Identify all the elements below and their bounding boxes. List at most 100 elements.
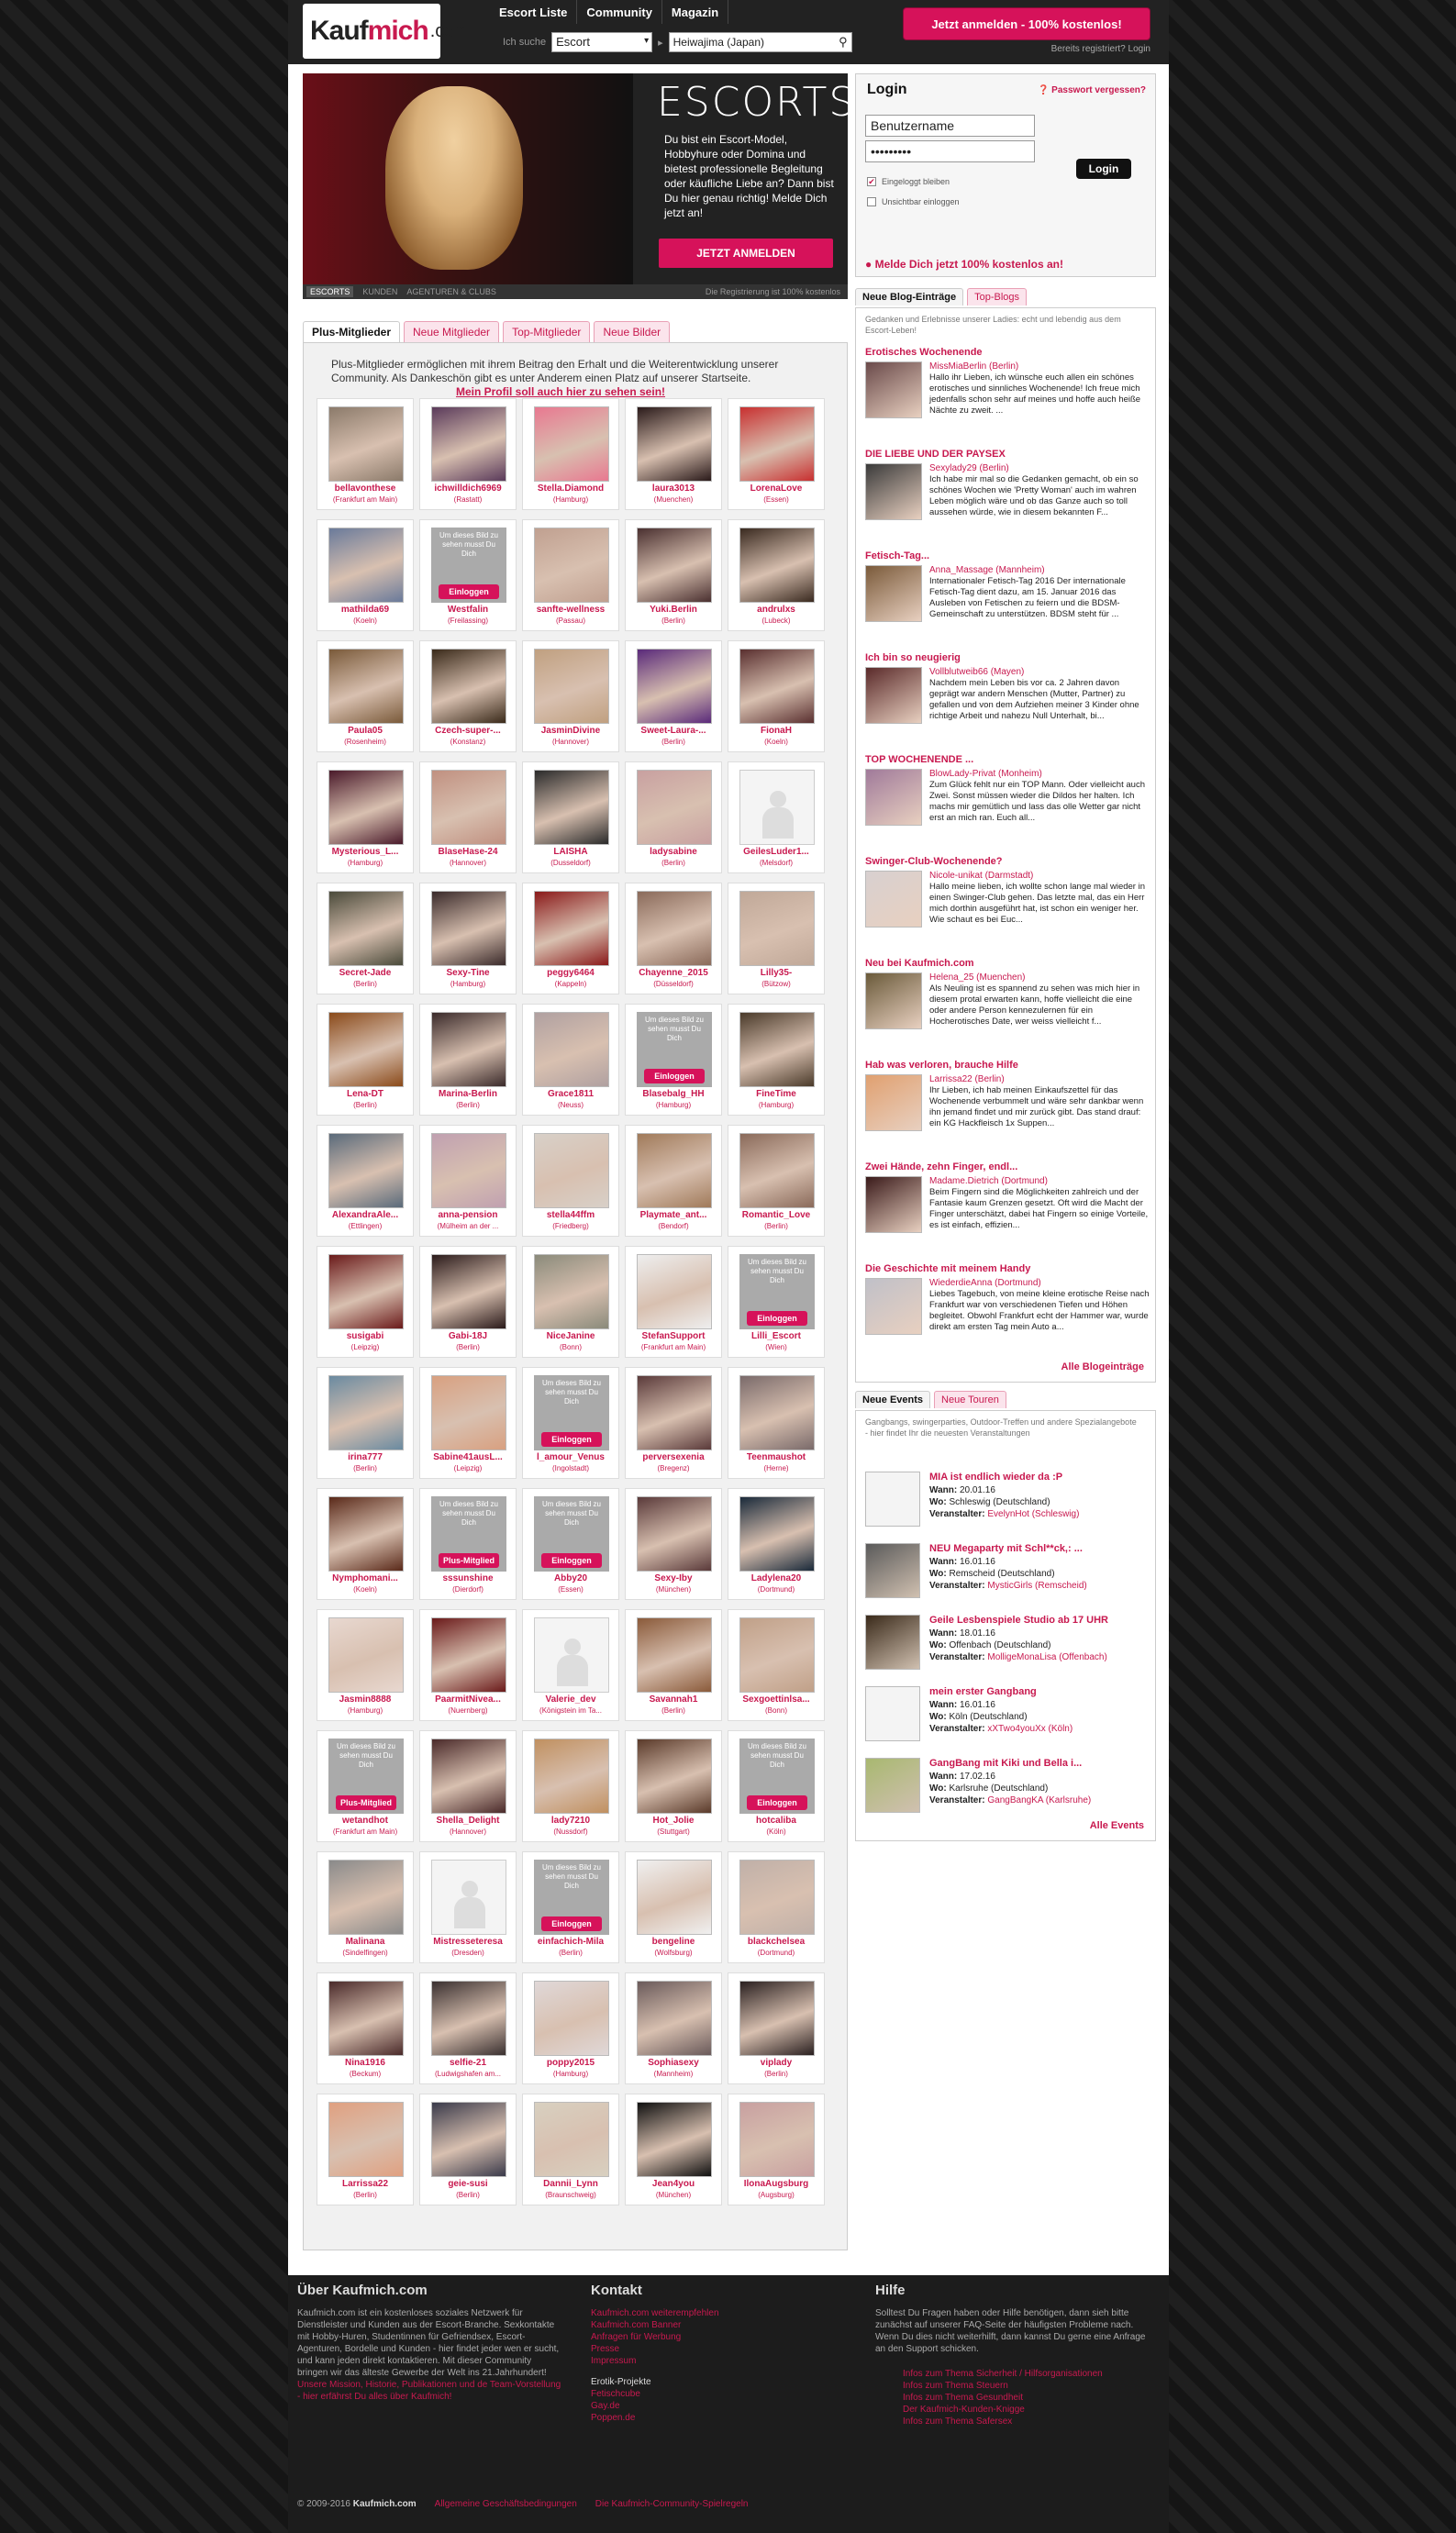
blog-post[interactable]: Die Geschichte mit meinem Handy Wiederdie… <box>865 1263 1151 1360</box>
member-card[interactable]: FionaH (Koeln) <box>728 640 825 752</box>
blog-post-title[interactable]: Neu bei Kaufmich.com <box>865 958 1151 969</box>
blog-post-author[interactable]: Sexylady29 (Berlin) <box>929 463 1009 473</box>
blog-post-author[interactable]: Anna_Massage (Mannheim) <box>929 565 1045 575</box>
member-card[interactable]: Chayenne_2015 (Düsseldorf) <box>625 883 722 994</box>
search-icon[interactable]: ⚲ <box>839 35 848 50</box>
member-name[interactable]: IlonaAugsburg <box>730 2179 822 2189</box>
member-photo[interactable] <box>431 1133 506 1208</box>
blog-post-image[interactable] <box>865 871 922 928</box>
member-card[interactable]: Um dieses Bild zu sehen musst Du Dich Ein… <box>522 1851 619 1963</box>
member-photo[interactable] <box>637 1254 712 1329</box>
member-card[interactable]: Um dieses Bild zu sehen musst Du Dich Ein… <box>728 1730 825 1842</box>
member-name[interactable]: perversexenia <box>628 1452 719 1462</box>
login-button[interactable]: Login <box>1076 159 1131 179</box>
member-photo[interactable] <box>739 1375 815 1450</box>
member-photo[interactable] <box>739 1012 815 1087</box>
member-photo[interactable] <box>534 406 609 482</box>
member-name[interactable]: BlaseHase-24 <box>422 847 514 857</box>
event-item[interactable]: mein erster Gangbang Wann: 16.01.16 Wo: … <box>865 1686 1151 1750</box>
member-photo[interactable] <box>739 1860 815 1935</box>
member-name[interactable]: laura3013 <box>628 483 719 494</box>
blog-post-author[interactable]: MissMiaBerlin (Berlin) <box>929 361 1018 372</box>
help-link[interactable]: Infos zum Thema Steuern <box>903 2380 1150 2392</box>
member-card[interactable]: Jean4you (München) <box>625 2094 722 2205</box>
member-name[interactable]: anna-pension <box>422 1210 514 1220</box>
blog-post[interactable]: Ich bin so neugierig Vollblutweib66 (Maye… <box>865 652 1151 749</box>
member-name[interactable]: ladysabine <box>628 847 719 857</box>
member-photo[interactable] <box>739 1496 815 1572</box>
member-photo[interactable] <box>637 2102 712 2177</box>
member-photo[interactable] <box>739 528 815 603</box>
member-card[interactable]: Nymphomani... (Koeln) <box>317 1488 414 1600</box>
member-card[interactable]: GeilesLuder1... (Melsdorf) <box>728 761 825 873</box>
member-name[interactable]: bellavonthese <box>319 483 411 494</box>
member-photo[interactable] <box>739 406 815 482</box>
tab-top-mitglieder[interactable]: Top-Mitglieder <box>503 321 591 342</box>
member-name[interactable]: AlexandraAle... <box>319 1210 411 1220</box>
member-card[interactable]: PaarmitNivea... (Nuernberg) <box>419 1609 517 1721</box>
erotik-link[interactable]: Fetischcube <box>591 2388 820 2400</box>
member-name[interactable]: Grace1811 <box>525 1089 617 1099</box>
member-photo[interactable] <box>431 2102 506 2177</box>
member-name[interactable]: wetandhot <box>319 1816 411 1826</box>
event-image[interactable] <box>865 1686 920 1741</box>
hero-tab-agenturen[interactable]: AGENTUREN & CLUBS <box>406 287 496 296</box>
member-card[interactable]: Playmate_ant... (Bendorf) <box>625 1125 722 1237</box>
username-input[interactable]: Benutzername <box>865 115 1035 137</box>
member-card[interactable]: Paula05 (Rosenheim) <box>317 640 414 752</box>
rules-link[interactable]: Die Kaufmich-Community-Spielregeln <box>595 2499 749 2509</box>
member-name[interactable]: Lilli_Escort <box>730 1331 822 1341</box>
member-card[interactable]: laura3013 (Muenchen) <box>625 398 722 510</box>
member-name[interactable]: sanfte-wellness <box>525 605 617 615</box>
member-photo[interactable] <box>739 891 815 966</box>
member-card[interactable]: selfie-21 (Ludwigshafen am... <box>419 1972 517 2084</box>
member-card[interactable]: JasminDivine (Hannover) <box>522 640 619 752</box>
member-card[interactable]: poppy2015 (Hamburg) <box>522 1972 619 2084</box>
member-name[interactable]: Lena-DT <box>319 1089 411 1099</box>
blog-post-image[interactable] <box>865 361 922 418</box>
member-photo[interactable] <box>431 891 506 966</box>
event-title[interactable]: GangBang mit Kiki und Bella i... <box>929 1758 1082 1769</box>
member-photo[interactable] <box>534 528 609 603</box>
member-card[interactable]: Nina1916 (Beckum) <box>317 1972 414 2084</box>
member-card[interactable]: Sabine41ausL... (Leipzig) <box>419 1367 517 1479</box>
overlay-button[interactable]: Einloggen <box>439 584 499 599</box>
member-photo[interactable] <box>328 1860 404 1935</box>
member-name[interactable]: Gabi-18J <box>422 1331 514 1341</box>
member-photo[interactable] <box>328 406 404 482</box>
overlay-button[interactable]: Einloggen <box>541 1553 602 1568</box>
member-photo[interactable] <box>637 1496 712 1572</box>
member-card[interactable]: AlexandraAle... (Ettlingen) <box>317 1125 414 1237</box>
member-name[interactable]: lady7210 <box>525 1816 617 1826</box>
member-card[interactable]: blackchelsea (Dortmund) <box>728 1851 825 1963</box>
member-card[interactable]: Grace1811 (Neuss) <box>522 1004 619 1116</box>
member-photo[interactable] <box>328 1617 404 1693</box>
member-card[interactable]: Romantic_Love (Berlin) <box>728 1125 825 1237</box>
member-card[interactable]: IlonaAugsburg (Augsburg) <box>728 2094 825 2205</box>
blog-post-title[interactable]: Ich bin so neugierig <box>865 652 1151 663</box>
member-name[interactable]: susigabi <box>319 1331 411 1341</box>
member-card[interactable]: irina777 (Berlin) <box>317 1367 414 1479</box>
member-card[interactable]: LAISHA (Dusseldorf) <box>522 761 619 873</box>
join-free-link[interactable]: ● Melde Dich jetzt 100% kostenlos an! <box>865 258 1063 271</box>
member-name[interactable]: Sweet-Laura-... <box>628 726 719 736</box>
blog-post-author[interactable]: Vollblutweib66 (Mayen) <box>929 667 1024 677</box>
member-name[interactable]: Nina1916 <box>319 2058 411 2068</box>
member-card[interactable]: Ladylena20 (Dortmund) <box>728 1488 825 1600</box>
member-photo[interactable] <box>431 1375 506 1450</box>
member-name[interactable]: Sexy-Tine <box>422 968 514 978</box>
plus-profile-link[interactable]: Mein Profil soll auch hier zu sehen sein… <box>331 385 790 399</box>
member-card[interactable]: FineTime (Hamburg) <box>728 1004 825 1116</box>
member-photo[interactable] <box>534 649 609 724</box>
member-photo[interactable] <box>637 1739 712 1814</box>
member-name[interactable]: Teenmaushot <box>730 1452 822 1462</box>
member-name[interactable]: peggy6464 <box>525 968 617 978</box>
member-photo[interactable] <box>739 649 815 724</box>
member-card[interactable]: Malinana (Sindelfingen) <box>317 1851 414 1963</box>
member-name[interactable]: GeilesLuder1... <box>730 847 822 857</box>
member-name[interactable]: Hot_Jolie <box>628 1816 719 1826</box>
member-photo[interactable] <box>431 406 506 482</box>
contact-link[interactable]: Anfragen für Werbung <box>591 2331 820 2343</box>
member-name[interactable]: Jasmin8888 <box>319 1694 411 1705</box>
member-name[interactable]: NiceJanine <box>525 1331 617 1341</box>
